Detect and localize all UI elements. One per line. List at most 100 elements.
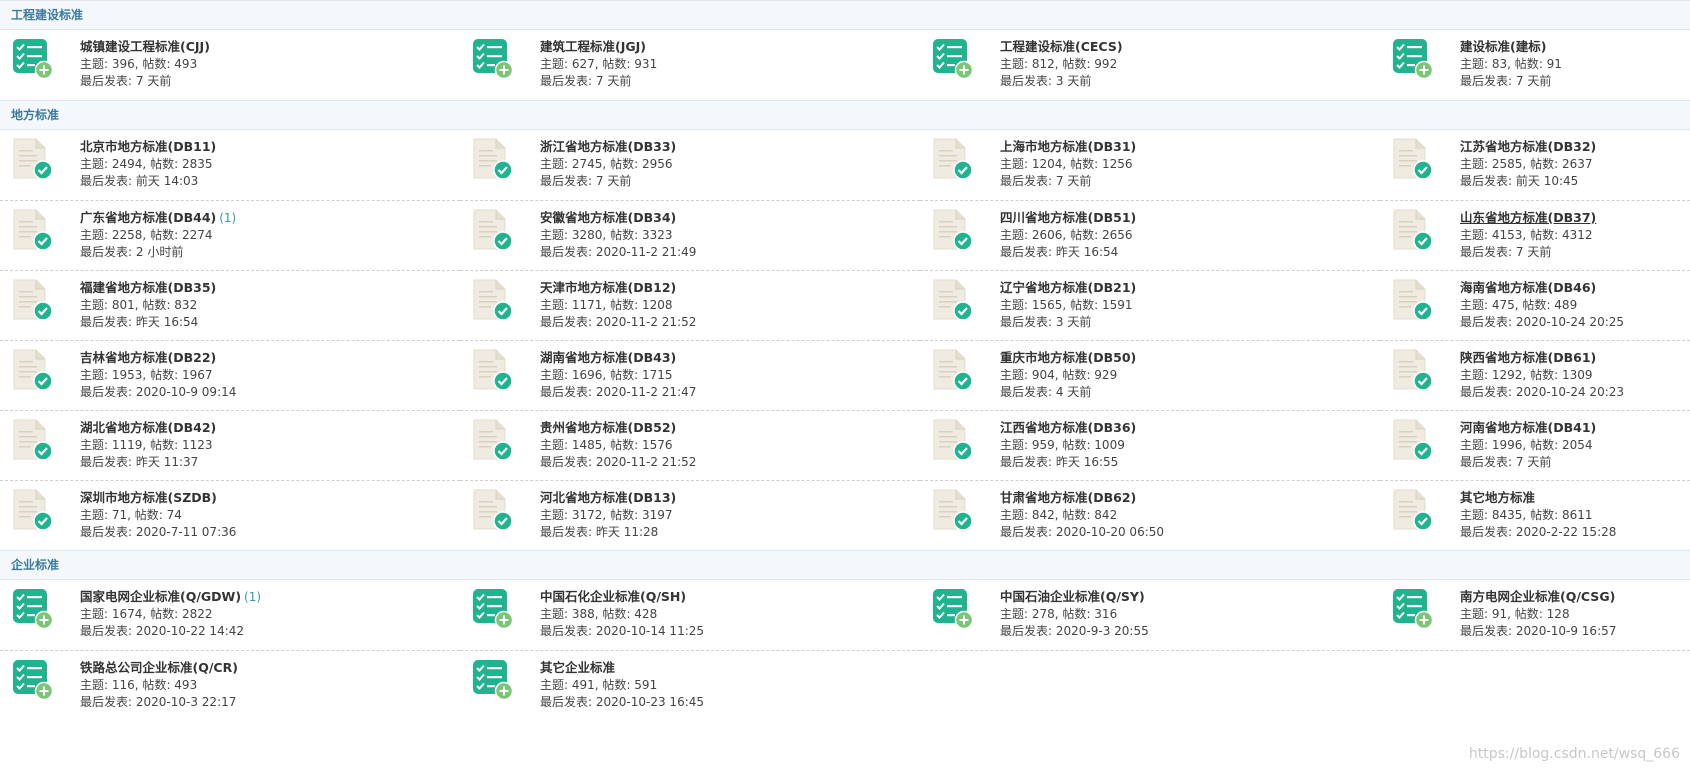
document-check-icon[interactable] bbox=[472, 209, 514, 251]
forum-link[interactable]: 四川省地方标准(DB51) bbox=[1000, 210, 1136, 225]
forum-link[interactable]: 工程建设标准(CECS) bbox=[1000, 39, 1123, 54]
document-check-icon[interactable] bbox=[1392, 489, 1434, 531]
last-post-time[interactable]: 昨天 11:37 bbox=[136, 455, 198, 469]
last-post-time[interactable]: 7 天前 bbox=[1516, 74, 1551, 88]
forum-link[interactable]: 北京市地方标准(DB11) bbox=[80, 139, 216, 154]
forum-link[interactable]: 中国石油企业标准(Q/SY) bbox=[1000, 589, 1145, 604]
document-check-icon[interactable] bbox=[932, 419, 974, 461]
document-check-icon[interactable] bbox=[1392, 349, 1434, 391]
checklist-plus-icon[interactable] bbox=[12, 659, 54, 701]
last-post-time[interactable]: 2020-10-9 16:57 bbox=[1516, 624, 1617, 638]
document-check-icon[interactable] bbox=[1392, 138, 1434, 180]
last-post-time[interactable]: 昨天 16:55 bbox=[1056, 455, 1118, 469]
document-check-icon[interactable] bbox=[932, 279, 974, 321]
last-post-time[interactable]: 7 天前 bbox=[1516, 455, 1551, 469]
last-post-time[interactable]: 7 天前 bbox=[136, 74, 171, 88]
forum-link[interactable]: 福建省地方标准(DB35) bbox=[80, 280, 216, 295]
document-check-icon[interactable] bbox=[472, 138, 514, 180]
forum-link[interactable]: 湖北省地方标准(DB42) bbox=[80, 420, 216, 435]
last-post-time[interactable]: 2020-10-9 09:14 bbox=[136, 385, 237, 399]
forum-link[interactable]: 江西省地方标准(DB36) bbox=[1000, 420, 1136, 435]
document-check-icon[interactable] bbox=[932, 489, 974, 531]
new-post-count[interactable]: (1) bbox=[219, 211, 236, 225]
forum-link[interactable]: 陕西省地方标准(DB61) bbox=[1460, 350, 1596, 365]
forum-link[interactable]: 其它企业标准 bbox=[540, 660, 615, 675]
last-post-time[interactable]: 7 天前 bbox=[596, 174, 631, 188]
document-check-icon[interactable] bbox=[12, 489, 54, 531]
last-post-time[interactable]: 昨天 11:28 bbox=[596, 525, 658, 539]
forum-link[interactable]: 天津市地方标准(DB12) bbox=[540, 280, 676, 295]
forum-link[interactable]: 铁路总公司企业标准(Q/CR) bbox=[80, 660, 238, 675]
category-header[interactable]: 地方标准 bbox=[0, 100, 1690, 130]
checklist-plus-icon[interactable] bbox=[12, 38, 54, 80]
last-post-time[interactable]: 2020-11-2 21:47 bbox=[596, 385, 697, 399]
forum-link[interactable]: 广东省地方标准(DB44) bbox=[80, 210, 216, 225]
category-header[interactable]: 企业标准 bbox=[0, 550, 1690, 580]
forum-link[interactable]: 甘肃省地方标准(DB62) bbox=[1000, 490, 1136, 505]
forum-link[interactable]: 其它地方标准 bbox=[1460, 490, 1535, 505]
forum-link[interactable]: 河南省地方标准(DB41) bbox=[1460, 420, 1596, 435]
forum-link[interactable]: 湖南省地方标准(DB43) bbox=[540, 350, 676, 365]
checklist-plus-icon[interactable] bbox=[472, 588, 514, 630]
forum-link[interactable]: 深圳市地方标准(SZDB) bbox=[80, 490, 217, 505]
document-check-icon[interactable] bbox=[12, 209, 54, 251]
forum-link[interactable]: 吉林省地方标准(DB22) bbox=[80, 350, 216, 365]
document-check-icon[interactable] bbox=[12, 419, 54, 461]
last-post-time[interactable]: 2020-10-3 22:17 bbox=[136, 695, 237, 709]
last-post-time[interactable]: 2020-9-3 20:55 bbox=[1056, 624, 1149, 638]
checklist-plus-icon[interactable] bbox=[932, 38, 974, 80]
document-check-icon[interactable] bbox=[472, 279, 514, 321]
category-header[interactable]: 工程建设标准 bbox=[0, 0, 1690, 30]
document-check-icon[interactable] bbox=[932, 349, 974, 391]
last-post-time[interactable]: 2020-10-24 20:25 bbox=[1516, 315, 1624, 329]
forum-link[interactable]: 城镇建设工程标准(CJJ) bbox=[80, 39, 210, 54]
last-post-time[interactable]: 2020-11-2 21:52 bbox=[596, 315, 697, 329]
last-post-time[interactable]: 3 天前 bbox=[1056, 74, 1091, 88]
last-post-time[interactable]: 2020-11-2 21:49 bbox=[596, 245, 697, 259]
last-post-time[interactable]: 4 天前 bbox=[1056, 385, 1091, 399]
last-post-time[interactable]: 7 天前 bbox=[596, 74, 631, 88]
forum-link[interactable]: 建筑工程标准(JGJ) bbox=[540, 39, 646, 54]
checklist-plus-icon[interactable] bbox=[472, 659, 514, 701]
last-post-time[interactable]: 2020-10-22 14:42 bbox=[136, 624, 244, 638]
document-check-icon[interactable] bbox=[1392, 279, 1434, 321]
forum-link[interactable]: 上海市地方标准(DB31) bbox=[1000, 139, 1136, 154]
last-post-time[interactable]: 2020-10-14 11:25 bbox=[596, 624, 704, 638]
forum-link[interactable]: 国家电网企业标准(Q/GDW) bbox=[80, 589, 241, 604]
document-check-icon[interactable] bbox=[12, 138, 54, 180]
last-post-time[interactable]: 昨天 16:54 bbox=[1056, 245, 1118, 259]
last-post-time[interactable]: 2020-10-20 06:50 bbox=[1056, 525, 1164, 539]
last-post-time[interactable]: 7 天前 bbox=[1056, 174, 1091, 188]
checklist-plus-icon[interactable] bbox=[472, 38, 514, 80]
forum-link[interactable]: 安徽省地方标准(DB34) bbox=[540, 210, 676, 225]
forum-link[interactable]: 山东省地方标准(DB37) bbox=[1460, 210, 1596, 225]
forum-link[interactable]: 浙江省地方标准(DB33) bbox=[540, 139, 676, 154]
forum-link[interactable]: 建设标准(建标) bbox=[1460, 39, 1546, 54]
new-post-count[interactable]: (1) bbox=[244, 590, 261, 604]
forum-link[interactable]: 江苏省地方标准(DB32) bbox=[1460, 139, 1596, 154]
checklist-plus-icon[interactable] bbox=[1392, 38, 1434, 80]
document-check-icon[interactable] bbox=[12, 349, 54, 391]
forum-link[interactable]: 河北省地方标准(DB13) bbox=[540, 490, 676, 505]
last-post-time[interactable]: 2020-10-23 16:45 bbox=[596, 695, 704, 709]
forum-link[interactable]: 重庆市地方标准(DB50) bbox=[1000, 350, 1136, 365]
document-check-icon[interactable] bbox=[1392, 419, 1434, 461]
checklist-plus-icon[interactable] bbox=[1392, 588, 1434, 630]
last-post-time[interactable]: 2020-7-11 07:36 bbox=[136, 525, 237, 539]
last-post-time[interactable]: 前天 10:45 bbox=[1516, 174, 1578, 188]
document-check-icon[interactable] bbox=[932, 138, 974, 180]
forum-link[interactable]: 辽宁省地方标准(DB21) bbox=[1000, 280, 1136, 295]
forum-link[interactable]: 贵州省地方标准(DB52) bbox=[540, 420, 676, 435]
document-check-icon[interactable] bbox=[472, 349, 514, 391]
checklist-plus-icon[interactable] bbox=[12, 588, 54, 630]
last-post-time[interactable]: 2020-11-2 21:52 bbox=[596, 455, 697, 469]
last-post-time[interactable]: 前天 14:03 bbox=[136, 174, 198, 188]
document-check-icon[interactable] bbox=[932, 209, 974, 251]
document-check-icon[interactable] bbox=[472, 419, 514, 461]
forum-link[interactable]: 南方电网企业标准(Q/CSG) bbox=[1460, 589, 1615, 604]
last-post-time[interactable]: 3 天前 bbox=[1056, 315, 1091, 329]
document-check-icon[interactable] bbox=[472, 489, 514, 531]
checklist-plus-icon[interactable] bbox=[932, 588, 974, 630]
last-post-time[interactable]: 2020-10-24 20:23 bbox=[1516, 385, 1624, 399]
last-post-time[interactable]: 2 小时前 bbox=[136, 245, 183, 259]
